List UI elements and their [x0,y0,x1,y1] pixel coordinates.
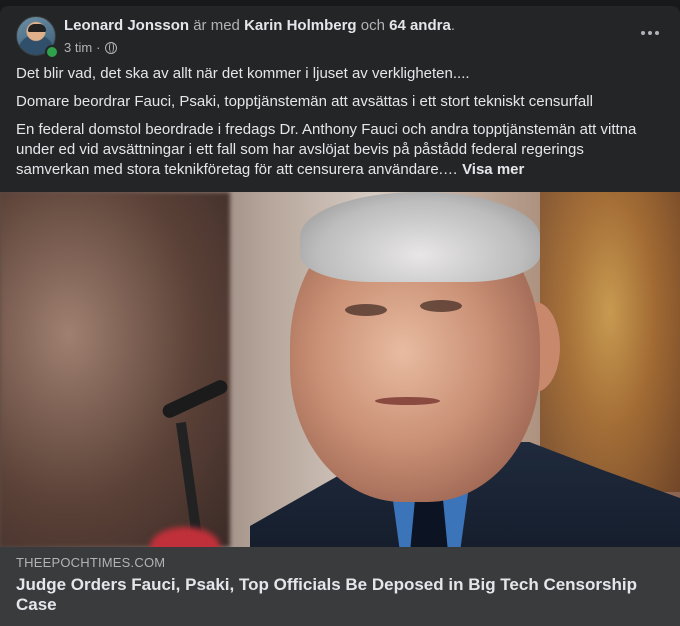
link-domain: THEEPOCHTIMES.COM [16,555,166,570]
author-name[interactable]: Leonard Jonsson [64,17,189,34]
see-more-link[interactable]: Visa mer [462,161,524,178]
period: . [450,17,455,34]
eye-shape [420,300,462,312]
eye-shape [345,304,387,316]
tagged-person[interactable]: Karin Holmberg [244,17,357,34]
post-paragraph: En federal domstol beordrade i fredags D… [16,120,660,180]
mouth-shape [375,397,440,405]
more-options-button[interactable] [636,22,664,44]
others-link[interactable]: 64 andra [389,17,451,34]
avatar-hat-shape [28,24,46,32]
link-preview-image[interactable] [0,192,680,547]
post-paragraph-text: En federal domstol beordrade i fredags D… [16,121,637,178]
post-card: Leonard Jonsson är med Karin Holmberg oc… [0,6,680,626]
post-text: Det blir vad, det ska av allt när det ko… [16,64,660,188]
dot-icon [655,31,659,35]
post-meta: 3 tim · [64,40,117,55]
and-text: och [360,17,385,34]
post-timestamp[interactable]: 3 tim [64,40,92,55]
with-text: är med [193,17,240,34]
link-preview[interactable]: THEEPOCHTIMES.COM Judge Orders Fauci, Ps… [0,547,680,626]
dot-icon [648,31,652,35]
post-author-line: Leonard Jonsson är med Karin Holmberg oc… [64,17,455,34]
post-header: Leonard Jonsson är med Karin Holmberg oc… [16,16,664,60]
online-status-icon [45,45,59,59]
link-title[interactable]: Judge Orders Fauci, Psaki, Top Officials… [16,575,660,615]
hair-shape [300,192,540,282]
post-paragraph: Det blir vad, det ska av allt när det ko… [16,65,470,82]
image-background-right [540,192,680,492]
post-paragraph: Domare beordrar Fauci, Psaki, topptjänst… [16,93,593,110]
dot-icon [641,31,645,35]
globe-icon[interactable] [104,41,117,54]
meta-separator: · [96,40,101,55]
